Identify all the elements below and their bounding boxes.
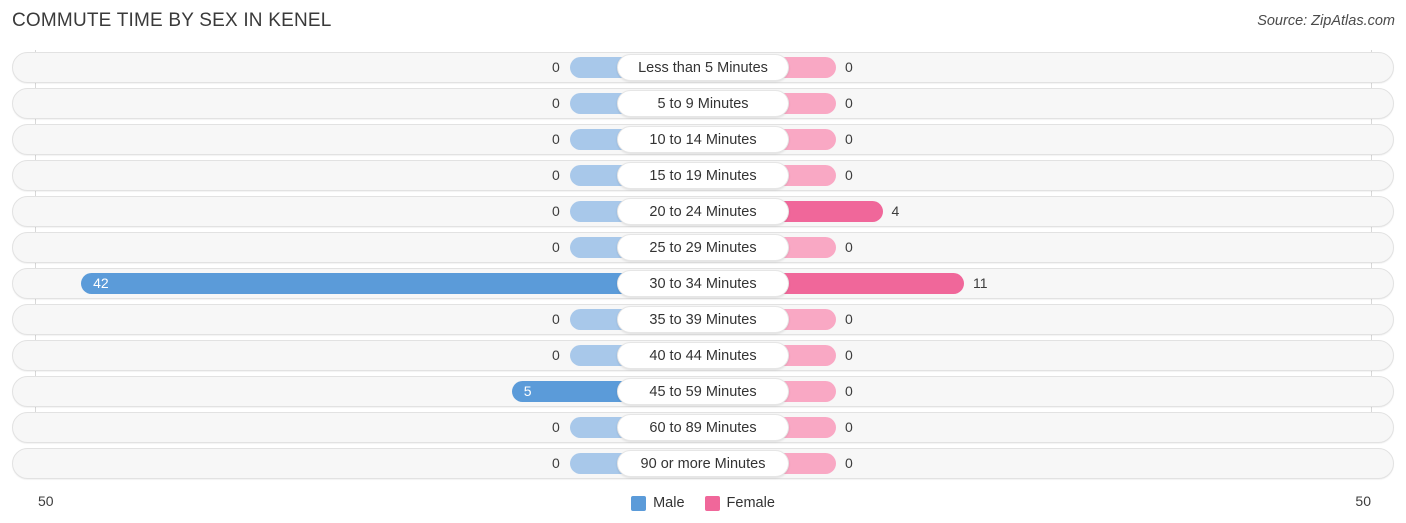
bar-value-male: 0 xyxy=(552,59,560,75)
bar-value-male: 0 xyxy=(552,167,560,183)
bar-value-female: 11 xyxy=(973,275,988,291)
bar-value-male: 0 xyxy=(552,239,560,255)
row-label: 5 to 9 Minutes xyxy=(617,90,789,117)
table-row[interactable]: 0 0 90 or more Minutes xyxy=(0,446,1406,482)
row-label: 25 to 29 Minutes xyxy=(617,234,789,261)
table-row[interactable]: 0 0 60 to 89 Minutes xyxy=(0,410,1406,446)
bar-value-female: 4 xyxy=(891,203,900,219)
row-label: 60 to 89 Minutes xyxy=(617,414,789,441)
row-label: 35 to 39 Minutes xyxy=(617,306,789,333)
table-row[interactable]: 0 0 40 to 44 Minutes xyxy=(0,338,1406,374)
bar-male[interactable] xyxy=(81,273,635,294)
bar-rows: 0 0 Less than 5 Minutes 0 0 5 to 9 Minutes 0 0 1… xyxy=(0,50,1406,482)
bar-value-female: 0 xyxy=(845,311,853,327)
bar-value-female: 0 xyxy=(845,131,853,147)
row-label: 40 to 44 Minutes xyxy=(617,342,789,369)
table-row[interactable]: 0 0 35 to 39 Minutes xyxy=(0,302,1406,338)
page-title: COMMUTE TIME BY SEX IN KENEL xyxy=(12,10,332,31)
table-row[interactable]: 42 11 30 to 34 Minutes xyxy=(0,266,1406,302)
bar-value-male: 0 xyxy=(552,419,560,435)
bar-value-male: 0 xyxy=(552,311,560,327)
row-label: 15 to 19 Minutes xyxy=(617,162,789,189)
plot-area: 0 0 Less than 5 Minutes 0 0 5 to 9 Minutes 0 0 1… xyxy=(0,50,1406,485)
bar-value-male: 0 xyxy=(552,455,560,471)
table-row[interactable]: 0 0 25 to 29 Minutes xyxy=(0,230,1406,266)
bar-value-female: 0 xyxy=(845,347,853,363)
row-label: 10 to 14 Minutes xyxy=(617,126,789,153)
legend-swatch-icon xyxy=(631,495,647,511)
row-label: 20 to 24 Minutes xyxy=(617,198,789,225)
bar-female[interactable] xyxy=(771,273,965,294)
bar-value-female: 0 xyxy=(845,419,853,435)
bar-value-male: 0 xyxy=(552,95,560,111)
row-label: 45 to 59 Minutes xyxy=(617,378,789,405)
legend-label: Male xyxy=(653,495,685,511)
bar-value-female: 0 xyxy=(845,455,853,471)
table-row[interactable]: 0 0 15 to 19 Minutes xyxy=(0,158,1406,194)
table-row[interactable]: 0 0 Less than 5 Minutes xyxy=(0,50,1406,86)
commute-time-chart: COMMUTE TIME BY SEX IN KENEL Source: Zip… xyxy=(0,0,1406,523)
table-row[interactable]: 0 4 20 to 24 Minutes xyxy=(0,194,1406,230)
legend-label: Female xyxy=(726,495,775,511)
row-label: 90 or more Minutes xyxy=(617,450,789,477)
table-row[interactable]: 0 0 5 to 9 Minutes xyxy=(0,86,1406,122)
legend-swatch-icon xyxy=(704,495,720,511)
bar-value-female: 0 xyxy=(845,383,853,399)
bar-value-male: 5 xyxy=(523,383,532,399)
bar-value-male: 0 xyxy=(552,131,560,147)
bar-value-female: 0 xyxy=(845,239,853,255)
bar-value-male: 42 xyxy=(93,275,109,291)
bar-value-female: 0 xyxy=(845,167,853,183)
table-row[interactable]: 0 0 10 to 14 Minutes xyxy=(0,122,1406,158)
table-row[interactable]: 5 0 45 to 59 Minutes xyxy=(0,374,1406,410)
bar-value-female: 0 xyxy=(845,95,853,111)
row-label: Less than 5 Minutes xyxy=(617,54,789,81)
row-label: 30 to 34 Minutes xyxy=(617,270,789,297)
bar-value-male: 0 xyxy=(552,347,560,363)
chart-legend: Male Female xyxy=(0,495,1406,511)
source-attribution: Source: ZipAtlas.com xyxy=(1257,13,1395,29)
legend-item-female[interactable]: Female xyxy=(704,495,775,511)
bar-value-female: 0 xyxy=(845,59,853,75)
legend-item-male[interactable]: Male xyxy=(631,495,685,511)
bar-value-male: 0 xyxy=(552,203,560,219)
